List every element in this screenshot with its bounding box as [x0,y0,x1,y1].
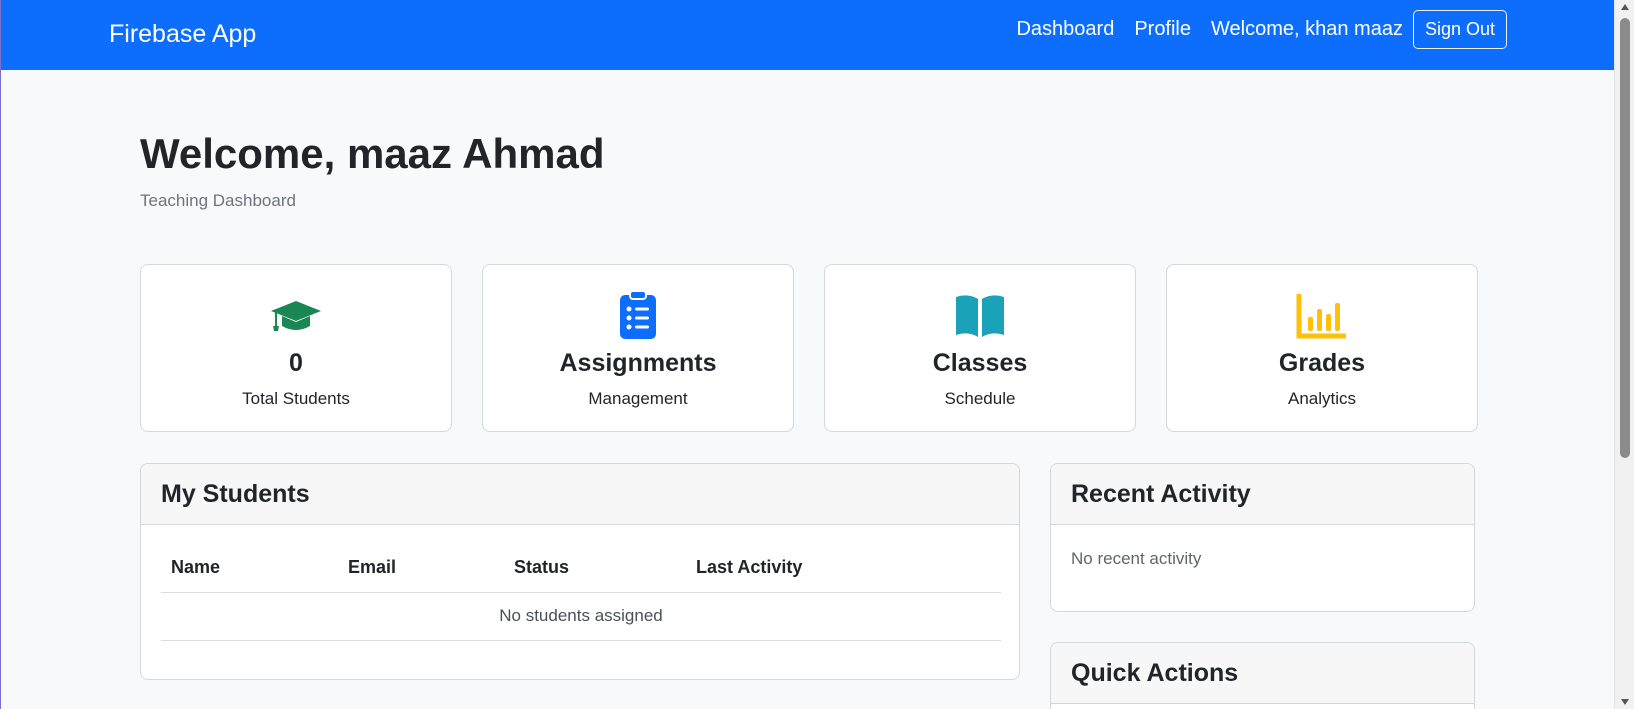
panel-title: My Students [141,464,1019,525]
stat-label: Total Students [242,389,350,408]
stat-label: Analytics [1287,389,1357,408]
students-table: Name Email Status Last Activity No stude… [161,544,1001,641]
nav-link-profile[interactable]: Profile [1134,18,1191,41]
stat-card-assignments[interactable]: Assignments Management [482,264,794,432]
scroll-down-arrow-icon[interactable] [1621,699,1629,705]
clipboard-list-icon [620,290,656,339]
stat-label: Management [588,389,688,408]
stat-card-total-students[interactable]: 0 Total Students [140,264,452,432]
bar-chart-icon [1296,294,1346,339]
my-students-panel: My Students Name Email Status Last Activ… [140,463,1020,680]
stat-value: Grades [1278,349,1366,377]
empty-activity-message: No recent activity [1071,549,1202,568]
sign-out-button[interactable]: Sign Out [1412,10,1507,49]
table-row: No students assigned [161,592,1001,641]
page-title: Welcome, maaz Ahmad [140,130,605,177]
scroll-thumb[interactable] [1620,18,1630,458]
stat-value: Classes [932,349,1028,377]
nav-links: Dashboard Profile Welcome, khan maaz Sig… [1016,10,1507,49]
column-header-last-activity: Last Activity [686,544,1001,593]
scroll-up-arrow-icon[interactable] [1621,4,1629,10]
quick-actions-panel: Quick Actions [1050,642,1475,709]
page-subtitle: Teaching Dashboard [140,191,296,210]
table-header-row: Name Email Status Last Activity [161,544,1001,593]
empty-table-message: No students assigned [161,592,1001,641]
navbar: Firebase App Dashboard Profile Welcome, … [1,0,1615,70]
open-book-icon [956,295,1004,337]
graduation-cap-icon [271,301,321,331]
nav-link-dashboard[interactable]: Dashboard [1016,18,1114,41]
stat-card-grades[interactable]: Grades Analytics [1166,264,1478,432]
stat-value: 0 [289,349,303,377]
panel-title: Quick Actions [1051,643,1474,704]
stat-label: Schedule [944,389,1016,408]
column-header-name: Name [161,544,338,593]
page-scrollbar[interactable] [1614,0,1634,709]
app-window: Firebase App Dashboard Profile Welcome, … [0,0,1634,709]
welcome-user-text: Welcome, khan maaz [1211,18,1403,40]
recent-activity-panel: Recent Activity No recent activity [1050,463,1475,612]
brand-link[interactable]: Firebase App [109,20,256,49]
panel-title: Recent Activity [1051,464,1474,525]
stat-value: Assignments [559,349,717,377]
column-header-email: Email [338,544,504,593]
stat-card-classes[interactable]: Classes Schedule [824,264,1136,432]
column-header-status: Status [504,544,686,593]
